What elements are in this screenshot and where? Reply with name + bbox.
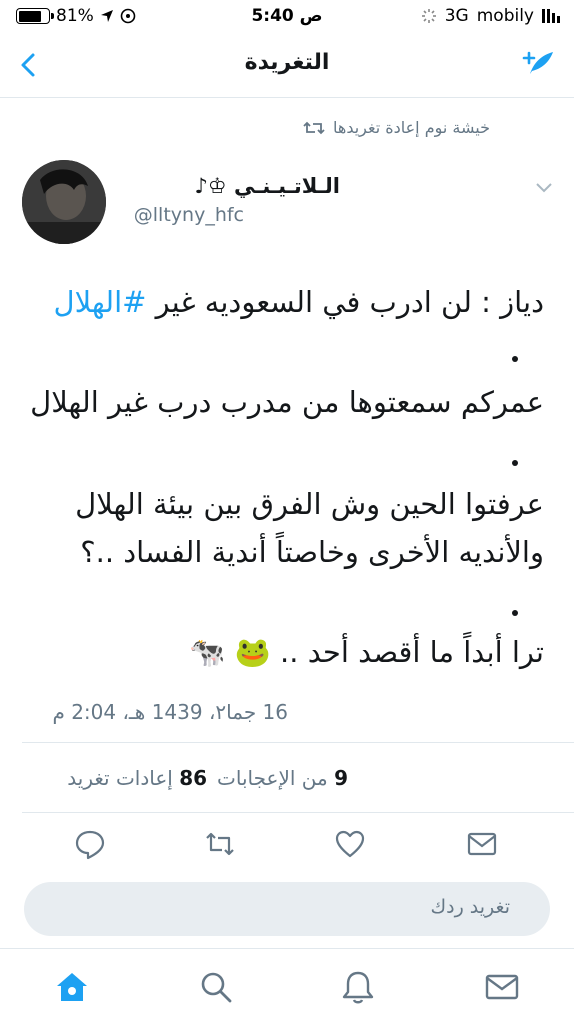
direct-message-icon[interactable] (466, 828, 498, 860)
reply-placeholder: تغريد ردك (430, 896, 510, 918)
notifications-icon[interactable] (340, 969, 376, 1005)
activity-spinner-icon (421, 9, 436, 23)
tweet-line-1: دياز : لن ادرب في السعوديه غير #الهلال (24, 282, 544, 322)
dot-separator (512, 460, 518, 466)
tweet-line-2: عمركم سمعتوها من مدرب درب غير الهلال (30, 385, 544, 419)
author-name[interactable]: الـلاتـيـنـي ♔♪ (194, 174, 340, 198)
tweet-line-5: ترا أبداً ما أقصد أحد .. 🐸 🐄 (189, 635, 544, 669)
engagement-stats: 9 من الإعجابات 86 إعادات تغريد (67, 766, 348, 790)
tweet-line-1-text: دياز : لن ادرب في السعوديه غير (146, 285, 544, 319)
reply-icon[interactable] (74, 828, 106, 860)
likes-count: 9 (334, 766, 348, 790)
tweet-line-3: عرفتوا الحين وش الفرق بين بيئة الهلال (75, 487, 544, 521)
reply-input[interactable]: تغريد ردك (24, 882, 550, 936)
likes-stat[interactable]: 9 من الإعجابات (217, 766, 348, 790)
home-icon[interactable] (54, 969, 90, 1005)
carrier-name: mobily (476, 6, 534, 26)
retweet-icon[interactable] (204, 828, 236, 860)
chevron-down-icon[interactable] (534, 180, 554, 194)
dot-separator (512, 356, 518, 362)
retweets-label: إعادات تغريد (67, 766, 173, 790)
network-type: 3G (444, 6, 469, 26)
like-icon[interactable] (334, 828, 366, 860)
tweet-timestamp: 16 جما٢، 1439 هـ، 2:04 م (52, 700, 288, 724)
tab-bar (0, 948, 574, 1024)
tweet-actions (0, 828, 574, 868)
divider (22, 812, 574, 813)
dot-separator (512, 610, 518, 616)
tweet-line-4: والأنديه الأخرى وخاصتاً أندية الفساد ..؟ (80, 535, 544, 569)
retweet-context-text: خيشة نوم إعادة تغريدها (333, 118, 490, 137)
hashtag-link[interactable]: #الهلال (54, 285, 147, 319)
retweets-count: 86 (179, 766, 208, 790)
search-icon[interactable] (198, 969, 234, 1005)
navigation-bar: التغريدة (0, 34, 574, 98)
retweet-context[interactable]: خيشة نوم إعادة تغريدها (303, 118, 490, 137)
page-title: التغريدة (244, 50, 330, 75)
messages-icon[interactable] (484, 969, 520, 1005)
status-bar: 81% 5:40 ص 3G mobily (0, 0, 574, 34)
avatar[interactable] (22, 160, 106, 244)
likes-label: من الإعجابات (217, 766, 328, 790)
retweets-stat[interactable]: 86 إعادات تغريد (67, 766, 207, 790)
divider (22, 742, 574, 743)
signal-icon (542, 9, 560, 23)
retweet-icon (303, 121, 325, 134)
author-handle[interactable]: @lltyny_hfc (134, 204, 244, 226)
compose-tweet-icon[interactable] (520, 46, 556, 82)
